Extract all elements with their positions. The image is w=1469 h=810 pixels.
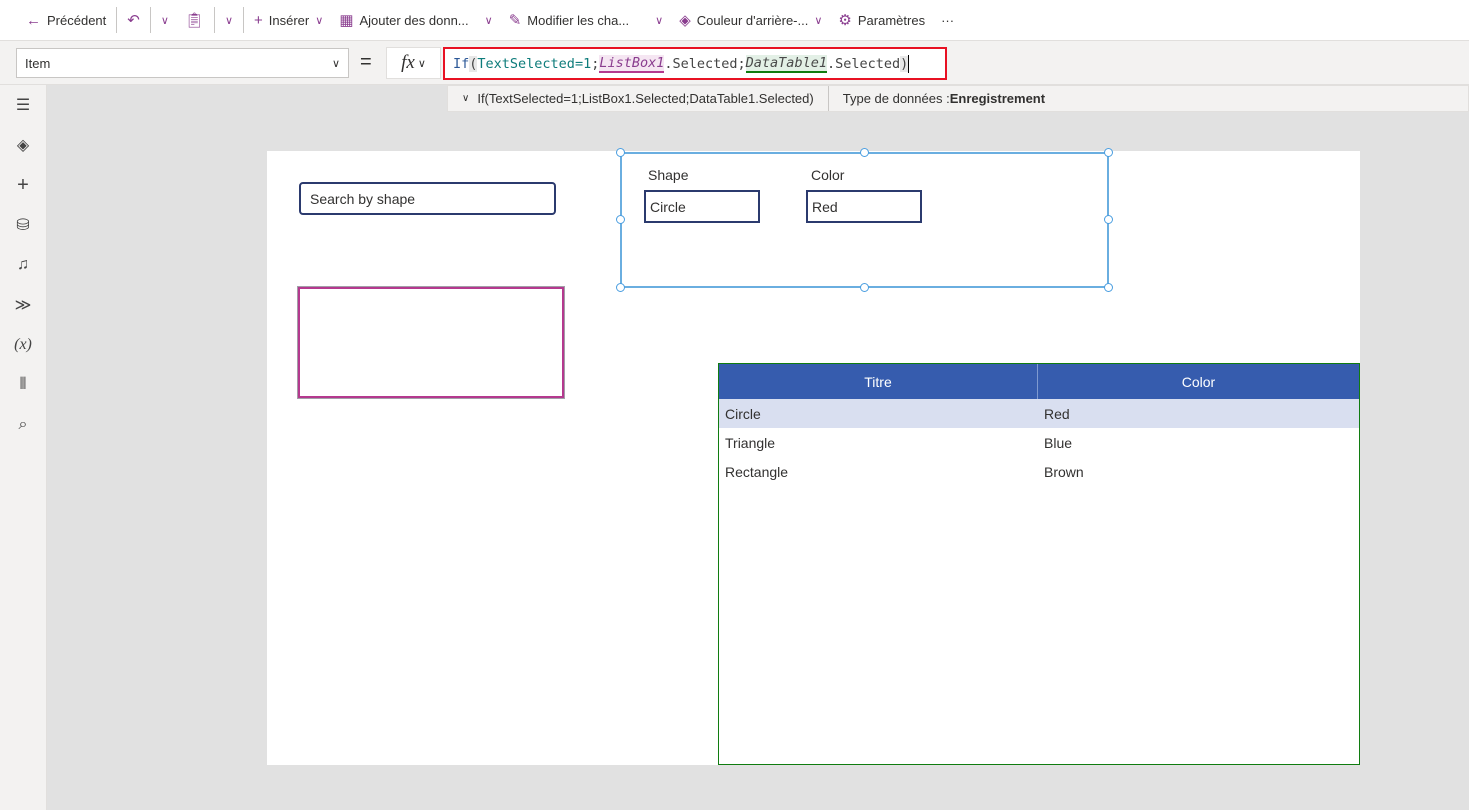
chevron-down-icon: ∨ bbox=[655, 14, 664, 27]
table-header: Titre Color bbox=[719, 364, 1359, 399]
table-row[interactable]: Circle Red bbox=[719, 399, 1359, 428]
resize-handle[interactable] bbox=[860, 148, 869, 157]
resize-handle[interactable] bbox=[1104, 215, 1113, 224]
formula-hint: ∨ If(TextSelected=1;ListBox1.Selected;Dat… bbox=[447, 85, 1469, 112]
paste-menu-button[interactable]: ∨ bbox=[217, 4, 241, 36]
database-icon[interactable]: ⛁ bbox=[0, 205, 46, 245]
color-value: Red bbox=[806, 190, 922, 223]
tools-icon[interactable]: ⫴ bbox=[0, 365, 46, 405]
chevron-down-icon: ∨ bbox=[462, 93, 470, 104]
chevron-down-icon: ∨ bbox=[484, 14, 493, 27]
search-input[interactable]: Search by shape bbox=[299, 182, 556, 215]
divider bbox=[243, 7, 245, 33]
more-button[interactable]: ··· bbox=[933, 4, 962, 36]
plus-icon[interactable]: + bbox=[0, 165, 46, 205]
formula-input[interactable]: If(TextSelected=1; ListBox1 .Selected; Data… bbox=[443, 47, 947, 80]
search-icon[interactable]: ⌕ bbox=[0, 405, 46, 445]
menu-icon[interactable]: ☰ bbox=[0, 85, 46, 125]
gear-icon: ⚙ bbox=[838, 12, 852, 29]
add-data-button[interactable]: ▦ Ajouter des donn... ∨ bbox=[331, 4, 500, 36]
resize-handle[interactable] bbox=[1104, 148, 1113, 157]
layers-icon[interactable]: ◈ bbox=[0, 125, 46, 165]
app-screen: Search by shape Shape Circle Color Red T… bbox=[267, 148, 1360, 765]
resize-handle[interactable] bbox=[616, 283, 625, 292]
table-row[interactable]: Triangle Blue bbox=[719, 428, 1359, 457]
equals-sign: = bbox=[360, 51, 372, 73]
table-add-icon: ▦ bbox=[339, 12, 354, 29]
resize-handle[interactable] bbox=[616, 148, 625, 157]
resize-handle[interactable] bbox=[1104, 283, 1113, 292]
formula-hint-expand[interactable]: ∨ If(TextSelected=1;ListBox1.Selected;Dat… bbox=[448, 86, 829, 111]
left-rail: ☰ ◈ + ⛁ ♫ ≫ (x) ⫴ ⌕ bbox=[0, 85, 47, 810]
shape-value: Circle bbox=[644, 190, 760, 223]
background-color-button[interactable]: ◈ Couleur d'arrière-... ∨ bbox=[671, 4, 830, 36]
resize-handle[interactable] bbox=[860, 283, 869, 292]
variables-icon[interactable]: (x) bbox=[0, 325, 46, 365]
listbox[interactable] bbox=[297, 286, 565, 399]
chevron-down-icon: ∨ bbox=[417, 57, 426, 70]
property-dropdown[interactable]: Item ∨ bbox=[16, 48, 349, 78]
undo-button[interactable]: ↶ bbox=[119, 4, 148, 36]
chevron-down-icon: ∨ bbox=[315, 14, 324, 27]
undo-icon: ↶ bbox=[127, 12, 140, 29]
undo-menu-button[interactable]: ∨ bbox=[153, 4, 177, 36]
function-button[interactable]: fx ∨ bbox=[386, 47, 441, 79]
column-header-titre[interactable]: Titre bbox=[719, 364, 1038, 399]
display-form[interactable]: Shape Circle Color Red bbox=[616, 148, 1113, 292]
color-label: Color bbox=[811, 167, 845, 183]
paint-bucket-icon: ◈ bbox=[679, 12, 691, 29]
shape-label: Shape bbox=[648, 167, 689, 183]
chevron-down-icon: ∨ bbox=[224, 14, 234, 27]
settings-button[interactable]: ⚙ Paramètres bbox=[830, 4, 933, 36]
edit-icon: ✎ bbox=[508, 12, 522, 29]
paste-button[interactable]: 📋︎ bbox=[177, 4, 212, 36]
column-header-color[interactable]: Color bbox=[1038, 364, 1359, 399]
power-automate-icon[interactable]: ≫ bbox=[0, 285, 46, 325]
clipboard-icon: 📋︎ bbox=[184, 12, 204, 29]
media-icon[interactable]: ♫ bbox=[0, 245, 46, 285]
data-table[interactable]: Titre Color Circle Red Triangle Blue Recta… bbox=[718, 363, 1360, 765]
chevron-down-icon: ∨ bbox=[814, 14, 823, 27]
back-button[interactable]: ← Précédent bbox=[18, 4, 114, 36]
text-caret bbox=[908, 54, 910, 73]
resize-handle[interactable] bbox=[616, 215, 625, 224]
chevron-down-icon: ∨ bbox=[331, 57, 340, 70]
chevron-down-icon: ∨ bbox=[160, 14, 169, 27]
divider bbox=[213, 7, 215, 33]
divider bbox=[149, 7, 151, 33]
table-row[interactable]: Rectangle Brown bbox=[719, 457, 1359, 486]
command-bar: ← Précédent ↶ ∨ 📋︎ ∨ + Insérer ∨ ▦ Ajouter d… bbox=[0, 0, 1469, 41]
formula-bar: Item ∨ = fx ∨ If(TextSelected=1; ListBox1 .S… bbox=[0, 41, 1469, 85]
plus-icon: + bbox=[254, 11, 263, 29]
arrow-left-icon: ← bbox=[26, 11, 41, 29]
edit-fields-button[interactable]: ✎ Modifier les cha... ∨ bbox=[501, 4, 672, 36]
divider bbox=[116, 7, 118, 33]
insert-button[interactable]: + Insérer ∨ bbox=[246, 4, 331, 36]
